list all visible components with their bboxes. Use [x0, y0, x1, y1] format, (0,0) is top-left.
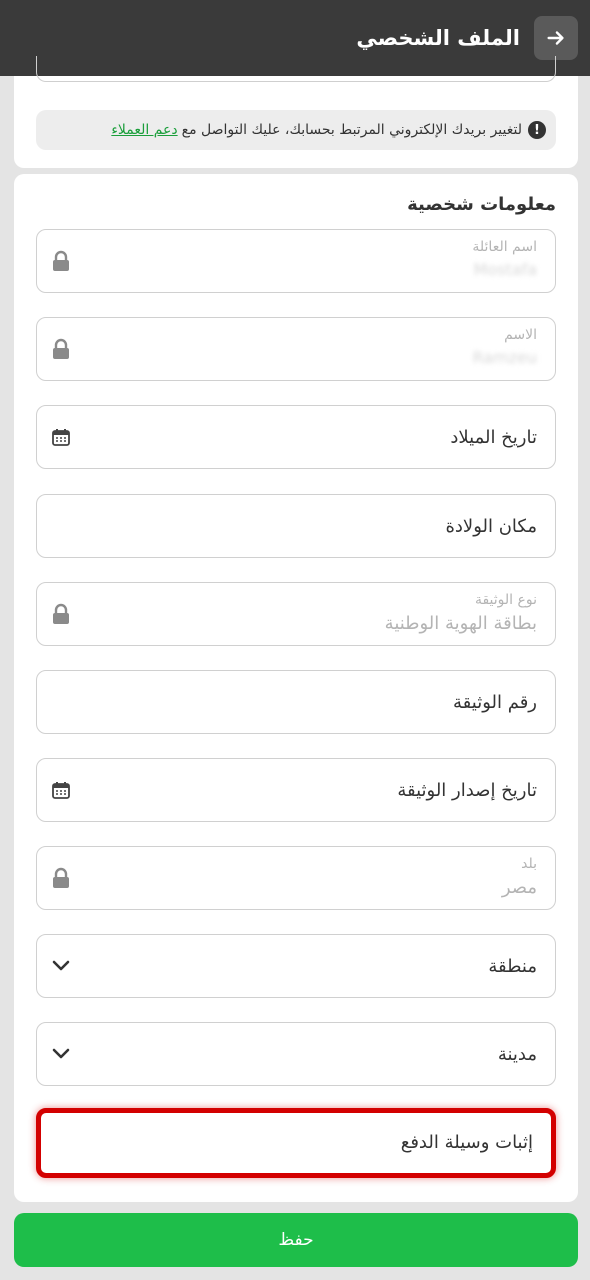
birth-date-field[interactable]: تاريخ الميلاد [36, 405, 556, 469]
email-notice: ! لتغيير بريدك الإلكتروني المرتبط بحسابك… [36, 110, 556, 150]
lock-icon [51, 250, 71, 272]
field-label: نوع الوثيقة [474, 592, 537, 608]
notice-text: لتغيير بريدك الإلكتروني المرتبط بحسابك، … [181, 122, 522, 138]
email-field [36, 56, 556, 82]
document-type-field[interactable]: نوع الوثيقة بطاقة الهوية الوطنية [36, 582, 556, 646]
email-card: ! لتغيير بريدك الإلكتروني المرتبط بحسابك… [14, 56, 578, 168]
field-label: رقم الوثيقة [453, 692, 537, 713]
calendar-icon[interactable] [51, 780, 71, 800]
field-label: إثبات وسيلة الدفع [400, 1132, 533, 1153]
field-label: مكان الولادة [445, 516, 537, 537]
field-value: بطاقة الهوية الوطنية [384, 613, 537, 634]
chevron-down-icon[interactable] [51, 1047, 71, 1061]
lock-icon [51, 603, 71, 625]
city-select[interactable]: مدينة [36, 1022, 556, 1086]
section-title: معلومات شخصية [407, 194, 556, 215]
info-icon: ! [528, 121, 546, 139]
country-field[interactable]: بلد مصر [36, 846, 556, 910]
calendar-icon[interactable] [51, 427, 71, 447]
personal-info-card: معلومات شخصية اسم العائلة Mostafa الاسم … [14, 174, 578, 1202]
field-label: تاريخ إصدار الوثيقة [397, 780, 537, 801]
document-issue-date-field[interactable]: تاريخ إصدار الوثيقة [36, 758, 556, 822]
support-link[interactable]: دعم العملاء [111, 122, 177, 138]
field-label: الاسم [504, 327, 537, 343]
field-label: منطقة [488, 956, 537, 977]
field-value: مصر [501, 877, 537, 898]
arrow-right-icon [547, 31, 564, 45]
chevron-down-icon[interactable] [51, 959, 71, 973]
field-value: Ramzeu [472, 348, 537, 367]
first-name-field[interactable]: الاسم Ramzeu [36, 317, 556, 381]
document-number-field[interactable]: رقم الوثيقة [36, 670, 556, 734]
lock-icon [51, 338, 71, 360]
field-label: مدينة [497, 1044, 537, 1065]
lock-icon [51, 867, 71, 889]
last-name-field[interactable]: اسم العائلة Mostafa [36, 229, 556, 293]
payment-proof-field[interactable]: إثبات وسيلة الدفع [36, 1108, 556, 1178]
field-label: بلد [521, 856, 537, 872]
field-value: Mostafa [473, 260, 537, 279]
save-button[interactable]: حفظ [14, 1213, 578, 1267]
field-label: اسم العائلة [472, 239, 537, 255]
back-button[interactable] [534, 16, 578, 60]
field-label: تاريخ الميلاد [450, 427, 537, 448]
birth-place-field[interactable]: مكان الولادة [36, 494, 556, 558]
region-select[interactable]: منطقة [36, 934, 556, 998]
